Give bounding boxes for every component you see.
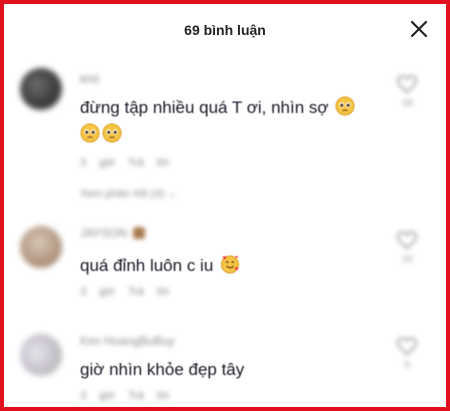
comments-panel: 69 bình luận khô đừng tập nhiều quá T ơi… [0,0,450,411]
comment-time: 3 giờ [80,157,115,169]
chevron-down-icon: ⌄ [167,188,177,200]
comment-username[interactable]: Kim HoangBuBuy [80,334,175,348]
comment-username[interactable]: khô [80,72,99,86]
comment-item: khô đừng tập nhiều quá T ơi, nhìn sợ 3 g… [4,54,446,204]
reply-button[interactable]: Trả lời [128,390,169,402]
like-count: 18 [401,98,413,109]
comment-meta: 3 giờ Trả lời [80,390,169,402]
pleading-face-emoji [335,96,355,116]
bear-emoji [133,227,146,239]
avatar[interactable] [20,68,62,110]
pleading-face-emoji [80,123,100,143]
comments-count-title: 69 bình luận [184,22,266,38]
comment-time: 3 giờ [80,286,115,298]
like-count: 5 [404,360,410,371]
like-button[interactable]: 18 [394,74,420,109]
comment-meta: 3 giờ Trả lời [80,157,169,169]
close-button[interactable] [408,18,430,40]
heart-icon [397,75,417,94]
comment-item: JAYSON quá đỉnh luôn c iu 3 giờ Trả lời [4,214,446,314]
close-icon [410,20,428,38]
pleading-face-emoji [102,123,122,143]
comment-time: 3 giờ [80,390,115,402]
comment-text: đừng tập nhiều quá T ơi, nhìn sợ [80,94,380,148]
comment-text: giờ nhìn khỏe đẹp tây [80,360,245,379]
comments-header: 69 bình luận [4,4,446,54]
comment-text: quá đỉnh luôn c iu [80,252,380,279]
smiling-face-with-hearts-emoji [221,255,240,274]
avatar[interactable] [20,226,62,268]
reply-button[interactable]: Trả lời [128,286,169,298]
like-button[interactable]: 10 [394,230,420,265]
like-button[interactable]: 5 [394,336,420,371]
view-replies-button[interactable]: Xem phản hồi (4) ⌄ [80,187,177,200]
heart-icon [397,337,417,356]
comment-list: khô đừng tập nhiều quá T ơi, nhìn sợ 3 g… [4,54,446,407]
like-count: 10 [401,254,413,265]
reply-button[interactable]: Trả lời [128,157,169,169]
comment-meta: 3 giờ Trả lời [80,286,169,298]
heart-icon [397,231,417,250]
comment-username[interactable]: JAYSON [80,226,146,240]
avatar[interactable] [20,334,62,376]
comment-item: Kim HoangBuBuy giờ nhìn khỏe đẹp tây 3 g… [4,322,446,407]
